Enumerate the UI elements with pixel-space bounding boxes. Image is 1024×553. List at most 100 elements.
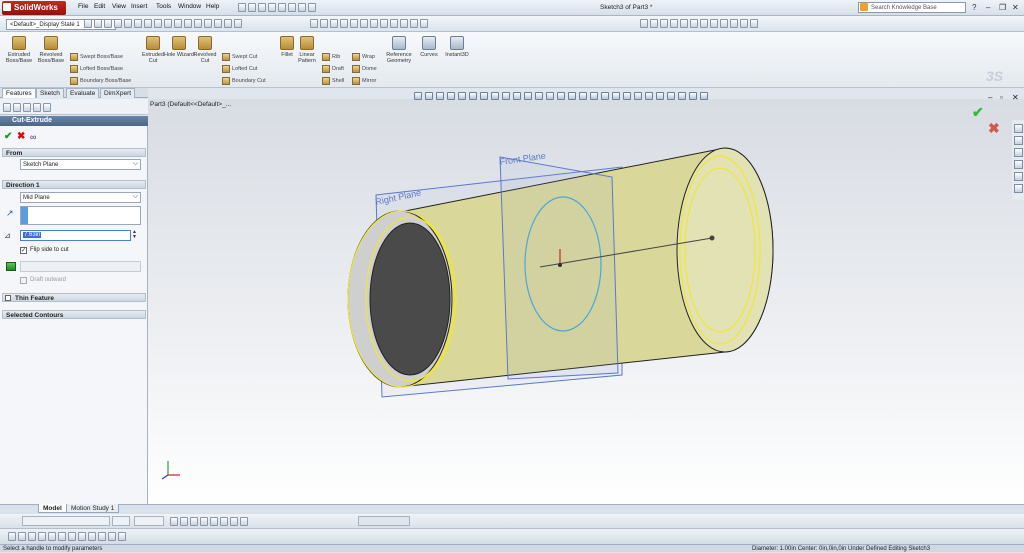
grid-icon[interactable] — [204, 19, 212, 28]
italic-icon[interactable] — [190, 517, 198, 526]
close-icon[interactable]: ✕ — [1012, 3, 1019, 12]
align-right-icon[interactable] — [240, 517, 248, 526]
lights-icon[interactable] — [670, 19, 678, 28]
display-manager-icon[interactable] — [43, 103, 51, 112]
revolved-cut-button[interactable]: Revolved Cut — [190, 36, 220, 64]
toolbox-icon[interactable] — [730, 19, 738, 28]
check-icon[interactable] — [700, 19, 708, 28]
sketch-origin-point[interactable] — [558, 263, 562, 267]
tab-sketch[interactable]: Sketch — [36, 88, 64, 98]
resources-icon[interactable] — [1014, 124, 1023, 133]
sk-line-icon[interactable] — [8, 532, 16, 541]
revolved-boss-button[interactable]: Revolved Boss/Base — [36, 36, 66, 64]
camera-icon[interactable] — [660, 19, 668, 28]
lofted-cut-button[interactable]: Lofted Cut — [222, 65, 257, 73]
direction-arrow-icon[interactable]: ↗ — [6, 208, 14, 219]
sk-ellipse-icon[interactable] — [48, 532, 56, 541]
sk-trim-icon[interactable] — [58, 532, 66, 541]
tab-dimxpert[interactable]: DimXpert — [100, 88, 136, 98]
sketch-circle-icon[interactable] — [104, 19, 112, 28]
direction1-group-header[interactable]: Direction 1 — [2, 180, 146, 189]
draft-angle-input[interactable] — [20, 261, 141, 272]
boundary-boss-button[interactable]: Boundary Boss/Base — [70, 77, 131, 85]
flip-side-checkbox[interactable]: ✓ — [20, 247, 27, 254]
sketch-chamfer-icon[interactable] — [224, 19, 232, 28]
strikethrough-icon[interactable] — [210, 517, 218, 526]
cylinder-end-face[interactable] — [676, 147, 774, 353]
undo-icon[interactable] — [278, 3, 286, 12]
rotate-icon[interactable] — [330, 19, 338, 28]
file-explorer-icon[interactable] — [1014, 148, 1023, 157]
sk-arc-icon[interactable] — [38, 532, 46, 541]
sketch-point-icon[interactable] — [134, 19, 142, 28]
new-icon[interactable] — [238, 3, 246, 12]
measure-icon[interactable] — [680, 19, 688, 28]
align-left-icon[interactable] — [220, 517, 228, 526]
rib-button[interactable]: Rib — [322, 53, 340, 61]
curves-button[interactable]: Curves — [414, 36, 444, 58]
sketch-line-icon[interactable] — [84, 19, 92, 28]
model-view[interactable]: Front Plane Right Plane — [148, 99, 1024, 504]
convert-entities-icon[interactable] — [234, 19, 242, 28]
sk-construction-icon[interactable] — [108, 532, 116, 541]
help-icon[interactable]: ? — [972, 3, 976, 12]
feature-tree-icon[interactable] — [3, 103, 11, 112]
cancel-icon[interactable]: ✖ — [17, 131, 25, 142]
from-group-header[interactable]: From — [2, 148, 146, 157]
size-input[interactable] — [134, 516, 164, 526]
display-style-icon[interactable] — [360, 19, 368, 28]
shell-button[interactable]: Shell — [322, 77, 344, 85]
depth-input[interactable]: 7.63in — [20, 230, 131, 241]
zoom-fit-icon[interactable] — [310, 19, 318, 28]
selected-contours-header[interactable]: Selected Contours — [2, 310, 146, 319]
print-icon[interactable] — [268, 3, 276, 12]
dimxpert-manager-icon[interactable] — [33, 103, 41, 112]
rebuild-icon[interactable] — [298, 3, 306, 12]
draft-on-off-icon[interactable] — [6, 262, 16, 271]
thin-feature-header[interactable]: Thin Feature — [2, 293, 146, 302]
swept-boss-button[interactable]: Swept Boss/Base — [70, 53, 123, 61]
configuration-manager-icon[interactable] — [23, 103, 31, 112]
ok-icon[interactable]: ✔ — [4, 131, 12, 142]
align-center-icon[interactable] — [230, 517, 238, 526]
sketch-rectangle-icon[interactable] — [94, 19, 102, 28]
solidworks-logo[interactable]: SolidWorks — [2, 1, 66, 15]
boundary-cut-button[interactable]: Boundary Cut — [222, 77, 266, 85]
front-plane-shape[interactable] — [499, 156, 619, 380]
sk-circle-icon[interactable] — [18, 532, 26, 541]
style-select[interactable] — [358, 516, 410, 526]
property-manager-icon[interactable] — [13, 103, 21, 112]
menu-file[interactable]: File — [78, 3, 88, 10]
cartoon-icon[interactable] — [650, 19, 658, 28]
section-view-icon[interactable] — [340, 19, 348, 28]
realview-icon[interactable] — [400, 19, 408, 28]
scene-icon[interactable] — [390, 19, 398, 28]
options-icon[interactable] — [308, 3, 316, 12]
swept-cut-button[interactable]: Swept Cut — [222, 53, 257, 61]
offset-icon[interactable] — [164, 19, 172, 28]
save-icon[interactable] — [258, 3, 266, 12]
end-condition-select[interactable]: Mid Plane — [20, 192, 141, 203]
sk-extend-icon[interactable] — [68, 532, 76, 541]
trim-icon[interactable] — [154, 19, 162, 28]
menu-window[interactable]: Window — [178, 3, 201, 10]
linear-pattern-button[interactable]: Linear Pattern — [292, 36, 322, 64]
preview-icon[interactable]: ∞ — [30, 132, 36, 142]
sk-centerline-icon[interactable] — [118, 532, 126, 541]
perspective-icon[interactable] — [640, 19, 648, 28]
options-gear-icon[interactable] — [750, 19, 758, 28]
minimize-icon[interactable]: – — [986, 3, 990, 12]
sketch-arc-icon[interactable] — [114, 19, 122, 28]
design-library-icon[interactable] — [1014, 136, 1023, 145]
extruded-boss-button[interactable]: Extruded Boss/Base — [4, 36, 34, 64]
addins-icon[interactable] — [740, 19, 748, 28]
tab-evaluate[interactable]: Evaluate — [66, 88, 100, 98]
zoom-area-icon[interactable] — [320, 19, 328, 28]
sk-mirror-icon[interactable] — [88, 532, 96, 541]
sketch-spline-icon[interactable] — [124, 19, 132, 28]
tab-motion-study[interactable]: Motion Study 1 — [66, 504, 120, 513]
search-input[interactable]: Search Knowledge Base — [858, 2, 966, 13]
draft-outward-checkbox[interactable] — [20, 277, 27, 284]
extrude-handle[interactable] — [709, 235, 715, 241]
menu-edit[interactable]: Edit — [94, 3, 105, 10]
